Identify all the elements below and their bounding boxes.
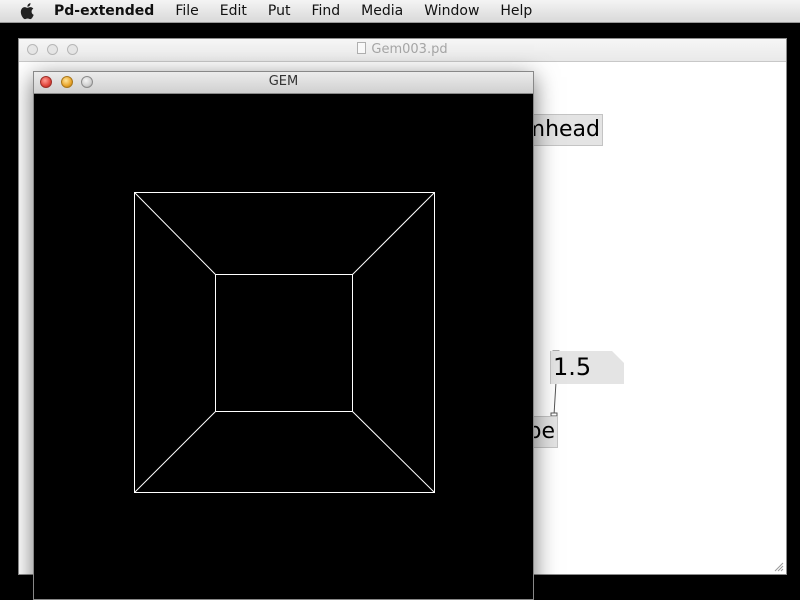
patch-title-text: Gem003.pd — [371, 42, 448, 57]
gem-window: GEM — [33, 71, 534, 600]
menu-file[interactable]: File — [175, 3, 198, 19]
gem-title-bar[interactable]: GEM — [34, 72, 533, 94]
menu-media[interactable]: Media — [361, 3, 403, 19]
number-box[interactable]: 1.5 — [550, 351, 624, 384]
wireframe-cube — [134, 192, 435, 493]
cube-edge-bottom-left — [134, 411, 216, 493]
cube-back-face — [215, 274, 353, 412]
resize-grip-icon[interactable] — [774, 562, 784, 572]
menu-help[interactable]: Help — [500, 3, 532, 19]
gem-render-canvas[interactable] — [34, 94, 533, 599]
patch-title-bar[interactable]: Gem003.pd — [19, 39, 786, 62]
menu-edit[interactable]: Edit — [220, 3, 247, 19]
patch-window-title: Gem003.pd — [19, 42, 786, 57]
cube-edge-top-left — [134, 192, 216, 275]
cube-edge-bottom-right — [352, 411, 435, 493]
apple-logo-icon[interactable] — [18, 1, 38, 21]
menu-find[interactable]: Find — [311, 3, 340, 19]
number-box-value: 1.5 — [553, 353, 592, 381]
menu-put[interactable]: Put — [268, 3, 291, 19]
cube-edge-top-right — [352, 192, 435, 275]
gem-window-title: GEM — [268, 74, 299, 89]
menu-bar: Pd-extended File Edit Put Find Media Win… — [0, 0, 800, 23]
gemhead-object-text: mhead — [523, 117, 600, 142]
menu-app-pd-extended[interactable]: Pd-extended — [54, 3, 154, 19]
menu-window[interactable]: Window — [424, 3, 479, 19]
document-icon — [357, 42, 367, 54]
